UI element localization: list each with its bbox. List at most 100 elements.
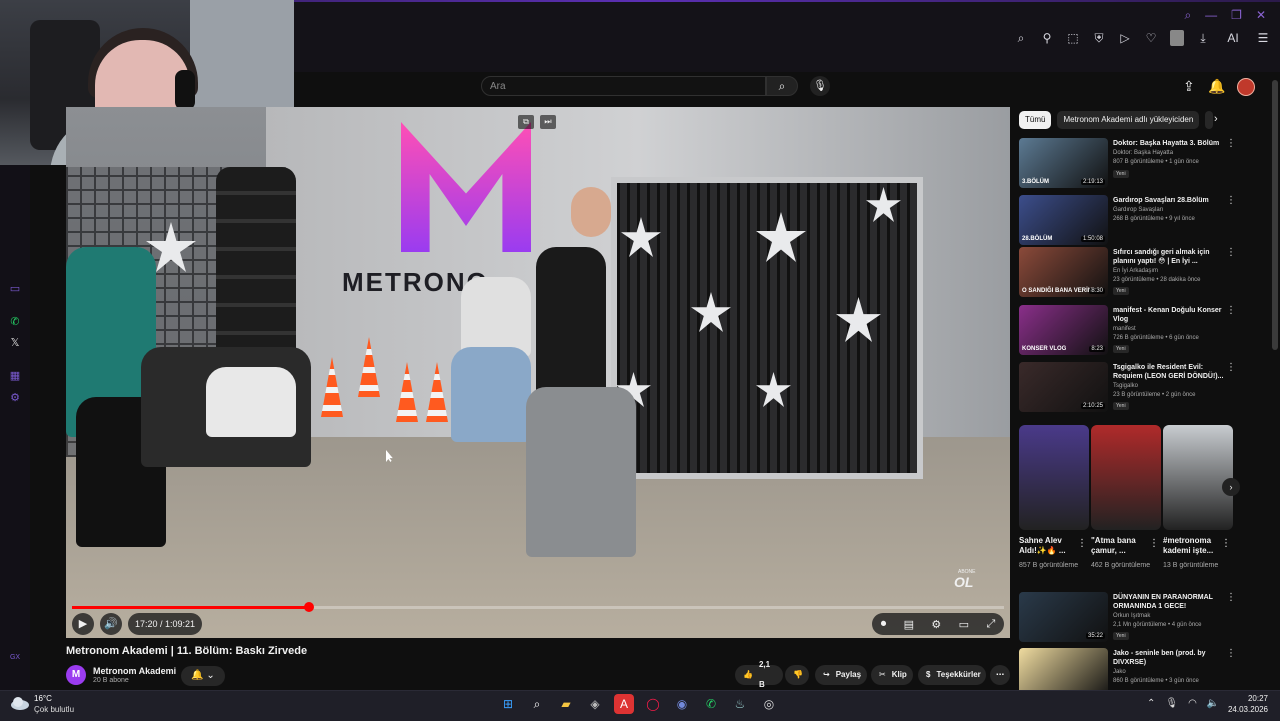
- progress-scrubber[interactable]: [304, 602, 314, 612]
- search-button[interactable]: ⌕: [766, 76, 798, 96]
- recommendation-channel[interactable]: Jako: [1113, 669, 1126, 675]
- search-taskbar-icon[interactable]: ⌕: [527, 694, 547, 714]
- pin-icon[interactable]: ⚲: [1040, 31, 1054, 45]
- clip-button[interactable]: ✂ Klip: [871, 665, 913, 685]
- recommendation-item[interactable]: KONSER VLOG 8:23 manifest - Kenan Doğulu K…: [1019, 305, 1269, 357]
- recommendation-item[interactable]: O SANDIĞI BANA VERİN 8:30 Sıfırcı sandığı …: [1019, 247, 1269, 299]
- recommendation-channel[interactable]: Doktor: Başka Hayatta: [1113, 150, 1173, 156]
- chip-all[interactable]: Tümü: [1019, 111, 1052, 129]
- recommendation-channel[interactable]: En İyi Arkadaşım: [1113, 268, 1158, 274]
- video-player[interactable]: METRONO ABONE OL: [66, 107, 1010, 638]
- subscription-bell-button[interactable]: 🔔 ⌄: [181, 666, 225, 686]
- recommendation-thumbnail[interactable]: 35:22: [1019, 592, 1108, 642]
- short-title[interactable]: "Atma bana çamur, ...: [1091, 536, 1151, 556]
- recommendation-channel[interactable]: manifest: [1113, 326, 1136, 332]
- recommendation-thumbnail[interactable]: 28.BÖLÜM 1:50:08: [1019, 195, 1108, 245]
- dislike-button[interactable]: 👎: [785, 665, 809, 685]
- download-icon[interactable]: ⤓: [1196, 31, 1210, 46]
- short-title[interactable]: Sahne Alev Aldı!✨🔥 ...: [1019, 536, 1079, 556]
- play-button[interactable]: ▶: [72, 613, 94, 635]
- recommendation-item[interactable]: 35:22 DÜNYANIN EN PARANORMAL ORMANINDA 1 …: [1019, 592, 1269, 644]
- more-options-icon[interactable]: ⋮: [1149, 538, 1159, 549]
- recommendation-title[interactable]: Gardırop Savaşları 28.Bölüm: [1113, 196, 1233, 205]
- more-options-icon[interactable]: ⋮: [1221, 538, 1231, 549]
- mic-tray-icon[interactable]: 🎙: [1165, 698, 1178, 709]
- recommendation-title[interactable]: Jako - seninle ben (prod. by DIVXRSE): [1113, 649, 1233, 667]
- whatsapp-icon[interactable]: ✆: [8, 315, 22, 329]
- discord-icon[interactable]: ◉: [672, 694, 692, 714]
- recommendation-thumbnail[interactable]: KONSER VLOG 8:23: [1019, 305, 1108, 355]
- settings-gear-icon[interactable]: ⚙: [931, 618, 941, 631]
- shield-icon[interactable]: ⛨: [1092, 31, 1106, 46]
- recommendation-thumbnail[interactable]: 3.BÖLÜM 2:19:13: [1019, 138, 1108, 188]
- recommendation-title[interactable]: Sıfırcı sandığı geri almak için planını …: [1113, 248, 1233, 266]
- recommendation-item[interactable]: 28.BÖLÜM 1:50:08 Gardırop Savaşları 28.Böl…: [1019, 195, 1269, 247]
- unity-icon[interactable]: ◈: [585, 694, 605, 714]
- menu-icon[interactable]: ☰: [1256, 31, 1270, 45]
- more-options-icon[interactable]: ⋮: [1226, 247, 1236, 258]
- close-icon[interactable]: ✕: [1256, 8, 1266, 23]
- recommendation-channel[interactable]: Gardırop Savaşları: [1113, 207, 1163, 213]
- notifications-icon[interactable]: 🔔: [1208, 78, 1225, 95]
- like-button[interactable]: 👍 2,1 B: [735, 660, 783, 689]
- whatsapp-taskbar-icon[interactable]: ✆: [701, 694, 721, 714]
- adobe-icon[interactable]: A: [614, 694, 634, 714]
- more-options-icon[interactable]: ⋮: [1226, 648, 1236, 659]
- account-avatar[interactable]: [1237, 78, 1255, 96]
- short-thumbnail[interactable]: [1019, 425, 1089, 530]
- windows-start-icon[interactable]: ⊞: [498, 694, 518, 714]
- more-options-icon[interactable]: ⋮: [1226, 305, 1236, 316]
- heart-icon[interactable]: ♡: [1144, 31, 1158, 45]
- recommendation-title[interactable]: Tsgigalko ile Resident Evil: Requiem (LE…: [1113, 363, 1233, 381]
- create-icon[interactable]: ⇪: [1183, 78, 1195, 95]
- wifi-icon[interactable]: ◠: [1188, 698, 1197, 709]
- recommendation-thumbnail[interactable]: O SANDIĞI BANA VERİN 8:30: [1019, 247, 1108, 297]
- recommendation-item[interactable]: 3.BÖLÜM 2:19:13 Doktor: Başka Hayatta 3. B…: [1019, 138, 1269, 190]
- zoom-icon[interactable]: ⌕: [1014, 31, 1028, 46]
- recommendation-item[interactable]: 2:10:25 Tsgigalko ile Resident Evil: Requ…: [1019, 362, 1269, 414]
- chip-more[interactable]: [1205, 111, 1214, 129]
- chips-next-icon[interactable]: ›: [1214, 113, 1218, 125]
- shorts-next-icon[interactable]: ›: [1222, 478, 1240, 496]
- steam-icon[interactable]: ♨: [730, 694, 750, 714]
- recommendation-title[interactable]: DÜNYANIN EN PARANORMAL ORMANINDA 1 GECE!: [1113, 593, 1233, 611]
- more-options-icon[interactable]: ⋮: [1226, 138, 1236, 149]
- minimize-icon[interactable]: —: [1205, 8, 1217, 23]
- mute-button[interactable]: 🔊: [100, 613, 122, 635]
- file-explorer-icon[interactable]: ▰: [556, 694, 576, 714]
- autoplay-icon[interactable]: ⏺: [881, 618, 887, 631]
- clock[interactable]: 20:27 24.03.2026: [1220, 693, 1268, 715]
- apps-icon[interactable]: ▦: [8, 369, 22, 383]
- short-thumbnail[interactable]: [1163, 425, 1233, 530]
- screenshot-icon[interactable]: ⬚: [1066, 31, 1080, 45]
- recommendation-title[interactable]: manifest - Kenan Doğulu Konser Vlog: [1113, 306, 1233, 324]
- channel-name[interactable]: Metronom Akademi: [93, 666, 176, 676]
- share-button[interactable]: ↪ Paylaş: [815, 665, 867, 685]
- more-options-icon[interactable]: ⋮: [1226, 592, 1236, 603]
- more-options-icon[interactable]: ⋮: [1077, 538, 1087, 549]
- short-title[interactable]: #metronoma kademi işte...: [1163, 536, 1223, 556]
- sidebar-tv-icon[interactable]: ▭: [8, 282, 22, 296]
- recommendation-channel[interactable]: Orkun Işıtmak: [1113, 613, 1150, 619]
- next-video-icon[interactable]: ⏭: [540, 115, 556, 129]
- opera-gx-icon[interactable]: ◯: [643, 694, 663, 714]
- play-icon[interactable]: ▷: [1118, 31, 1132, 45]
- chip-uploader[interactable]: Metronom Akademi adlı yükleyiciden: [1057, 111, 1200, 129]
- obs-icon[interactable]: ◎: [759, 694, 779, 714]
- speaker-icon[interactable]: 🔈: [1207, 698, 1219, 709]
- channel-avatar[interactable]: M: [66, 665, 86, 685]
- short-thumbnail[interactable]: [1091, 425, 1161, 530]
- more-options-icon[interactable]: ⋮: [1226, 362, 1236, 373]
- thanks-button[interactable]: $ Teşekkürler: [918, 665, 986, 685]
- voice-search-button[interactable]: 🎙: [810, 76, 830, 96]
- theater-mode-icon[interactable]: ▭: [959, 618, 969, 631]
- ai-button[interactable]: AI: [1222, 31, 1244, 45]
- recommendation-channel[interactable]: Tsgigalko: [1113, 383, 1138, 389]
- fullscreen-icon[interactable]: ⤢: [986, 618, 995, 631]
- tray-chevron-icon[interactable]: ⌃: [1147, 698, 1155, 709]
- x-icon[interactable]: 𝕏: [8, 336, 22, 350]
- recommendation-thumbnail[interactable]: 2:10:25: [1019, 362, 1108, 412]
- recommendation-title[interactable]: Doktor: Başka Hayatta 3. Bölüm: [1113, 139, 1233, 148]
- more-actions-button[interactable]: ⋯: [990, 665, 1010, 685]
- settings-icon[interactable]: ⚙: [8, 391, 22, 405]
